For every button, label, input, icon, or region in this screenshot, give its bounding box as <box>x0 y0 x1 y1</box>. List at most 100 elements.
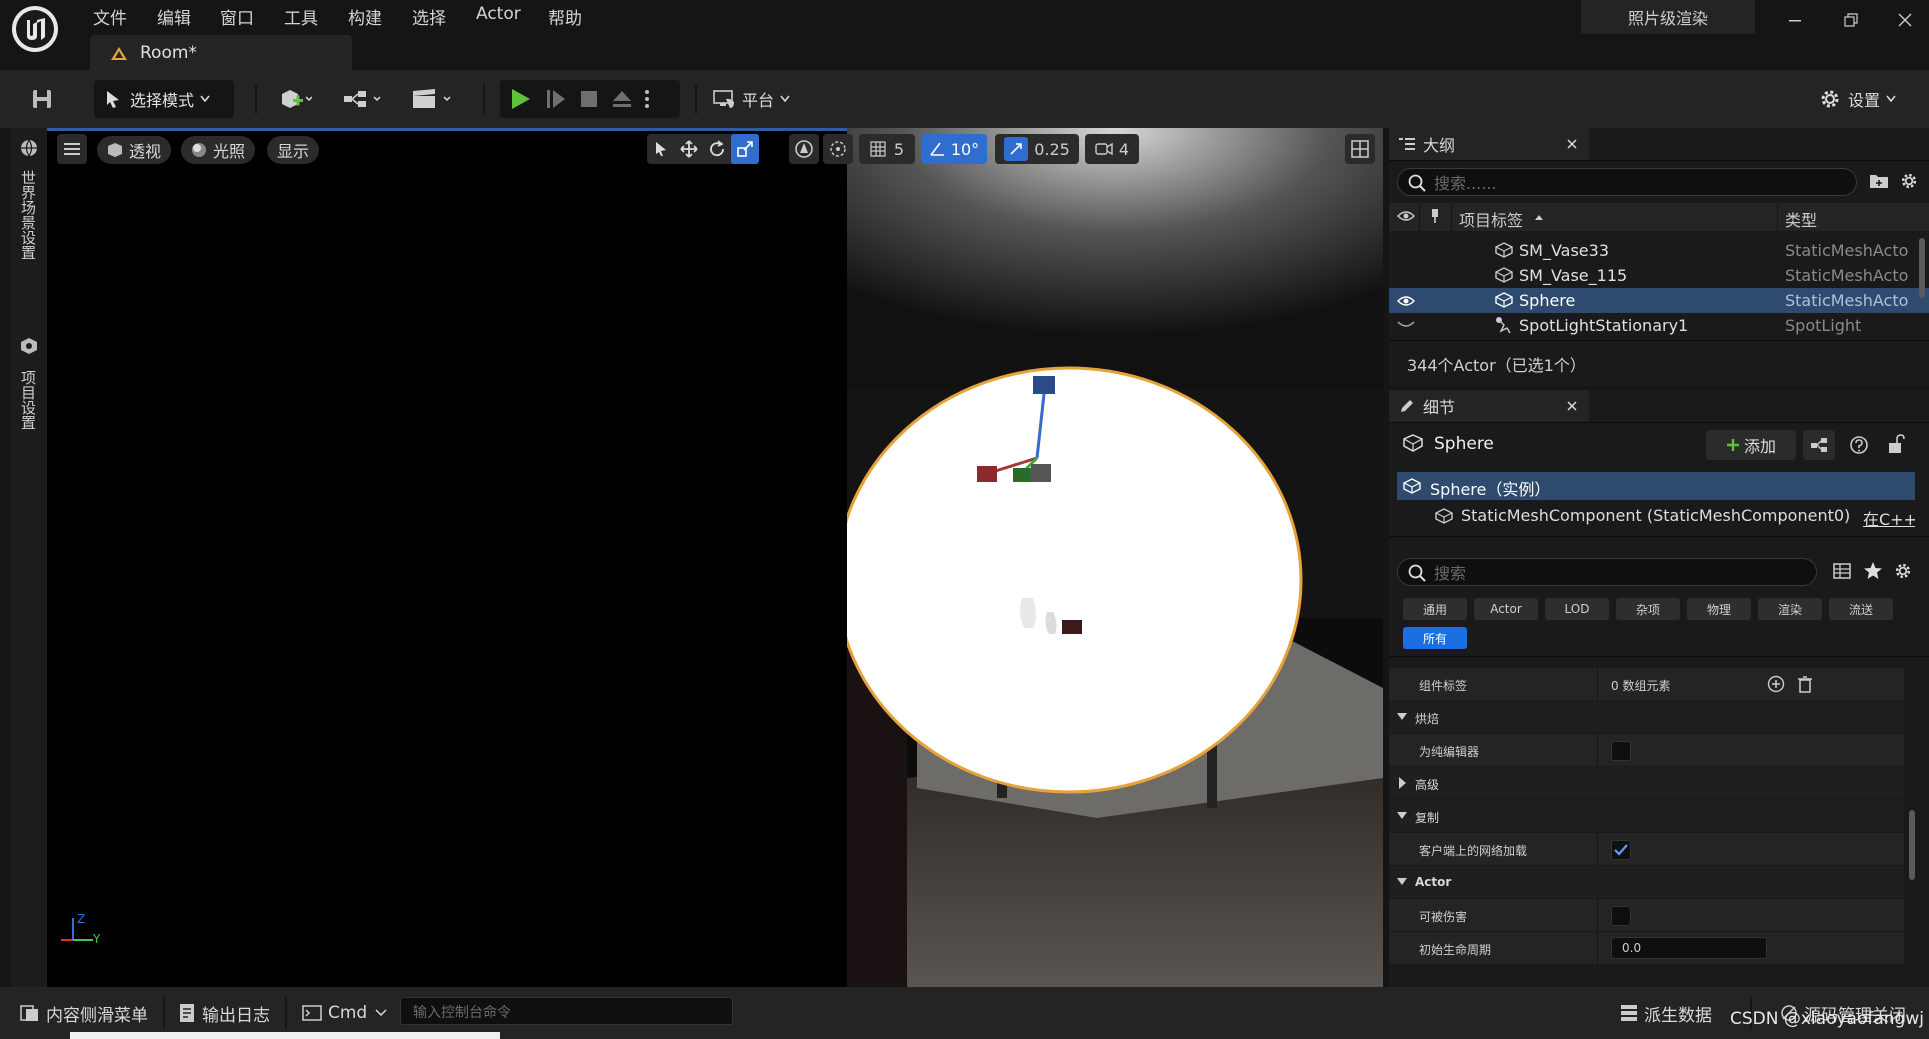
blueprint-convert-icon[interactable] <box>1803 430 1835 460</box>
menu-file[interactable]: 文件 <box>93 4 127 29</box>
close-icon[interactable] <box>1567 401 1577 411</box>
column-type-header[interactable]: 类型 <box>1785 207 1817 231</box>
console-input[interactable]: 输入控制台命令 <box>400 997 733 1025</box>
add-element-icon[interactable] <box>1767 675 1785 693</box>
details-search-input[interactable]: 搜索 <box>1397 558 1817 586</box>
cinematics-icon[interactable] <box>406 80 458 118</box>
section-replication[interactable]: 复制 <box>1389 800 1904 832</box>
menu-window[interactable]: 窗口 <box>220 4 254 29</box>
angle-snap-button[interactable]: 10° <box>921 134 987 164</box>
tab-room[interactable]: Room* <box>90 35 352 71</box>
add-component-button[interactable]: 添加 <box>1706 430 1796 460</box>
camera-speed-button[interactable]: 4 <box>1085 134 1139 164</box>
gear-icon[interactable] <box>1899 171 1919 191</box>
outliner-scrollbar[interactable] <box>1919 238 1925 298</box>
chevron-down-icon <box>780 95 790 103</box>
skip-forward-icon[interactable] <box>544 87 568 111</box>
tab-outliner[interactable]: 大纲 <box>1389 128 1589 160</box>
viewport-layout-icon[interactable] <box>1345 134 1375 164</box>
save-icon[interactable] <box>22 80 62 118</box>
close-icon[interactable] <box>1567 139 1577 149</box>
blueprint-icon[interactable] <box>338 80 388 118</box>
add-actor-icon[interactable] <box>270 80 320 118</box>
lock-open-icon[interactable] <box>1887 434 1905 454</box>
can-damage-checkbox[interactable] <box>1611 906 1631 926</box>
scale-snap-button[interactable]: 0.25 <box>995 134 1079 164</box>
minimize-icon[interactable] <box>1780 8 1810 32</box>
visibility-eye-icon[interactable] <box>1397 295 1415 307</box>
help-icon[interactable] <box>1849 435 1869 455</box>
outliner-row[interactable]: SpotLightStationary1 SpotLight <box>1389 313 1929 338</box>
derived-data-button[interactable]: 派生数据 <box>1620 999 1712 1027</box>
world-settings-tab[interactable]: 世界场景设置 <box>19 170 39 260</box>
perspective-button[interactable]: 透视 <box>97 136 172 164</box>
component-tree-selected[interactable]: Sphere（实例） <box>1397 472 1915 500</box>
menu-edit[interactable]: 编辑 <box>157 4 191 29</box>
hidden-eye-icon[interactable] <box>1397 320 1415 330</box>
filter-lod[interactable]: LOD <box>1545 598 1609 620</box>
lighting-button[interactable]: 光照 <box>181 136 256 164</box>
menu-actor[interactable]: Actor <box>476 4 521 24</box>
surface-snap-icon[interactable] <box>823 134 853 164</box>
section-advanced[interactable]: 高级 <box>1389 767 1904 799</box>
play-icon[interactable] <box>508 87 534 111</box>
filter-general[interactable]: 通用 <box>1403 598 1467 620</box>
details-actor-name[interactable]: Sphere <box>1434 434 1494 454</box>
filter-misc[interactable]: 杂项 <box>1616 598 1680 620</box>
selected-sphere[interactable] <box>847 366 1303 794</box>
show-button[interactable]: 显示 <box>267 136 320 164</box>
grid-snap-button[interactable]: 5 <box>859 134 915 164</box>
tab-details[interactable]: 细节 <box>1389 390 1589 422</box>
project-settings-tab[interactable]: 项目设置 <box>19 370 39 430</box>
rotate-icon[interactable] <box>703 134 731 164</box>
trash-icon[interactable] <box>1797 675 1813 693</box>
output-log-button[interactable]: 输出日志 <box>178 999 270 1027</box>
settings-dropdown[interactable]: 设置 <box>1818 80 1918 118</box>
platform-dropdown[interactable]: 平台 <box>712 80 812 118</box>
filter-all[interactable]: 所有 <box>1403 627 1467 649</box>
cmd-dropdown[interactable]: Cmd <box>302 999 387 1027</box>
outliner-row[interactable]: SM_Vase33 StaticMeshActo <box>1389 238 1929 263</box>
editor-only-checkbox[interactable] <box>1611 741 1631 761</box>
level-viewport[interactable]: 透视 光照 显示 5 10° 0.25 4 Z Y <box>47 128 1383 987</box>
filter-streaming[interactable]: 流送 <box>1829 598 1893 620</box>
filter-rendering[interactable]: 渲染 <box>1758 598 1822 620</box>
left-side-rail: 世界场景设置 项目设置 <box>10 128 47 987</box>
new-folder-icon[interactable] <box>1869 172 1889 190</box>
table-view-icon[interactable] <box>1833 562 1851 580</box>
outliner-search-input[interactable]: 搜索...... <box>1397 168 1857 196</box>
content-drawer-button[interactable]: 内容侧滑菜单 <box>20 999 148 1027</box>
render-mode-button[interactable]: 照片级渲染 <box>1581 0 1755 34</box>
move-icon[interactable] <box>675 134 703 164</box>
scale-icon[interactable] <box>731 134 759 164</box>
world-local-icon[interactable] <box>789 134 819 164</box>
eject-icon[interactable] <box>610 88 634 110</box>
filter-actor[interactable]: Actor <box>1474 598 1538 620</box>
hamburger-menu-icon[interactable] <box>57 134 87 164</box>
menu-help[interactable]: 帮助 <box>548 4 582 29</box>
net-load-checkbox[interactable] <box>1611 840 1631 860</box>
component-cpp-link[interactable]: 在C++中 <box>1863 506 1915 530</box>
column-label-header[interactable]: 项目标签 <box>1459 207 1523 231</box>
star-icon[interactable] <box>1863 561 1883 581</box>
select-arrow-icon[interactable] <box>647 134 675 164</box>
outliner-row[interactable]: SM_Vase_115 StaticMeshActo <box>1389 263 1929 288</box>
filter-physics[interactable]: 物理 <box>1687 598 1751 620</box>
lifespan-input[interactable]: 0.0 <box>1611 937 1767 959</box>
gear-icon[interactable] <box>1893 561 1913 581</box>
component-tree-item[interactable]: StaticMeshComponent (StaticMeshComponent… <box>1397 502 1915 530</box>
section-actor[interactable]: Actor <box>1389 866 1904 898</box>
menu-build[interactable]: 构建 <box>348 4 382 29</box>
outliner-row-selected[interactable]: Sphere StaticMeshActo <box>1389 288 1929 313</box>
menu-tools[interactable]: 工具 <box>284 4 318 29</box>
unreal-logo-icon[interactable] <box>12 6 58 52</box>
close-icon[interactable] <box>1890 8 1920 32</box>
section-bake[interactable]: 烘焙 <box>1389 701 1904 733</box>
details-scrollbar[interactable] <box>1909 810 1915 880</box>
stop-icon[interactable] <box>578 88 600 110</box>
restore-icon[interactable] <box>1836 8 1866 32</box>
cube-icon <box>107 142 123 158</box>
select-mode-dropdown[interactable]: 选择模式 <box>94 80 234 118</box>
more-options-icon[interactable] <box>644 88 650 110</box>
menu-select[interactable]: 选择 <box>412 4 446 29</box>
